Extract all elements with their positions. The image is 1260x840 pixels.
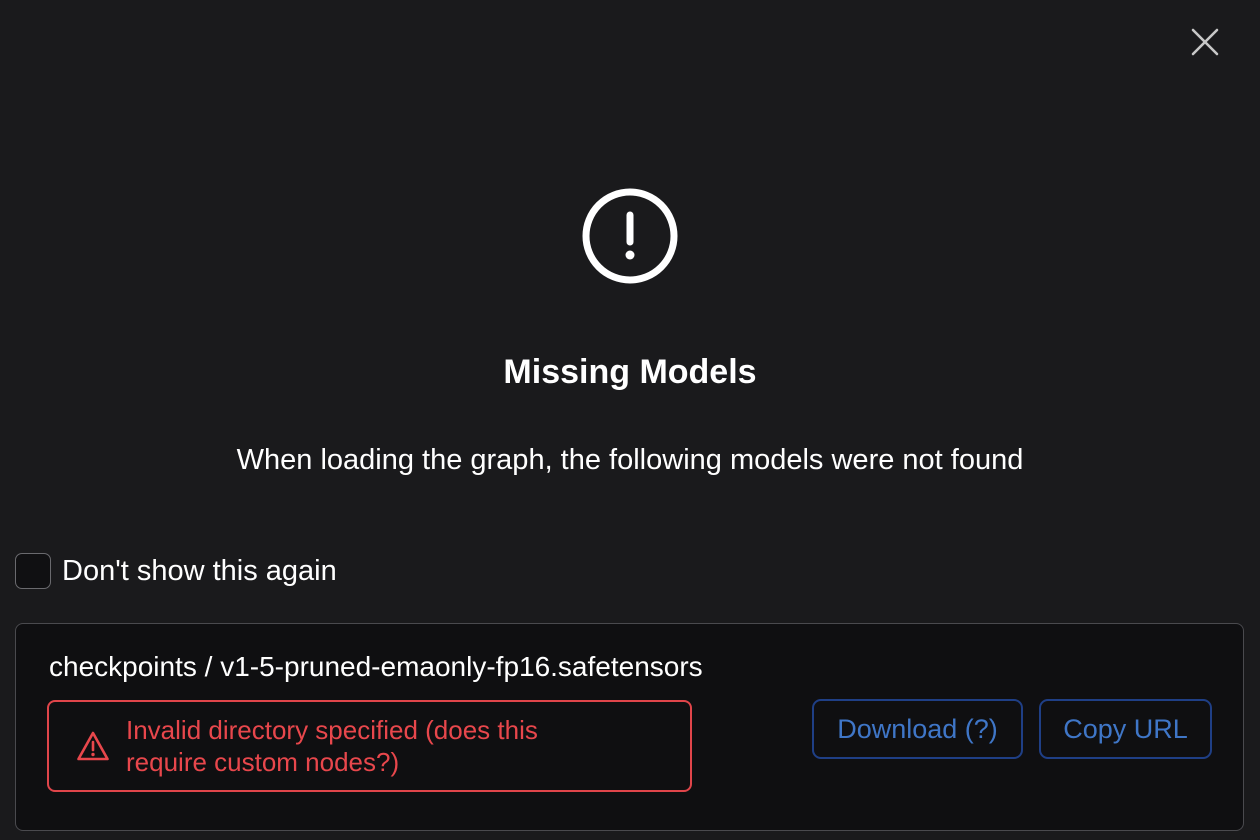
model-name: checkpoints / v1-5-pruned-emaonly-fp16.s… (49, 651, 703, 682)
close-button[interactable] (1188, 25, 1222, 59)
warning-triangle-icon (77, 731, 109, 761)
close-icon[interactable] (1191, 28, 1219, 56)
error-message-box: Invalid directory specified (does this r… (47, 700, 692, 792)
dialog-message: When loading the graph, the following mo… (236, 444, 1024, 476)
dont-show-again-label: Don't show this again (62, 555, 337, 587)
dont-show-again-checkbox[interactable] (15, 553, 51, 589)
missing-models-dialog: Missing Models When loading the graph, t… (0, 0, 1260, 840)
exclamation-circle-icon (582, 188, 678, 284)
download-button[interactable]: Download (?) (812, 699, 1023, 759)
missing-model-item: checkpoints / v1-5-pruned-emaonly-fp16.s… (15, 623, 1244, 831)
copy-url-button[interactable]: Copy URL (1039, 699, 1212, 759)
dialog-title: Missing Models (503, 353, 757, 391)
error-message: Invalid directory specified (does this r… (126, 715, 538, 777)
dont-show-again-option[interactable]: Don't show this again (15, 550, 337, 592)
